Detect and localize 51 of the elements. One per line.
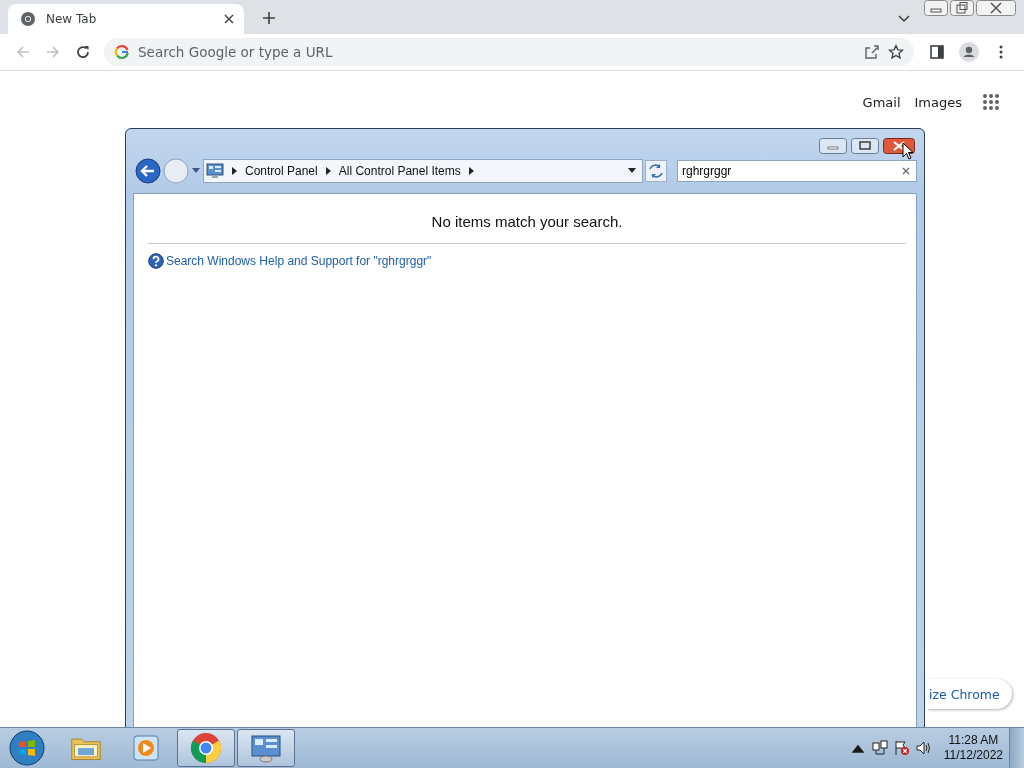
google-g-icon [114,44,130,60]
control-panel-icon [250,732,282,764]
minimize-icon[interactable] [924,0,948,16]
breadcrumb-arrow-icon[interactable] [325,167,331,175]
clock-date: 11/12/2022 [943,748,1003,763]
start-button[interactable] [9,730,45,766]
star-icon[interactable] [888,44,904,60]
taskbar-button[interactable] [237,729,295,767]
header-link[interactable]: Images [914,94,962,110]
close-icon[interactable] [976,0,1016,16]
media-player-icon [130,732,162,764]
apps-grid-icon[interactable] [982,93,1000,111]
new-tab-icon[interactable] [262,11,276,25]
browser-tab[interactable]: New Tab [8,4,244,34]
volume-icon[interactable] [915,740,932,756]
control-panel-icon [206,163,224,179]
header-link[interactable]: Gmail [862,94,901,110]
breadcrumb-arrow-icon[interactable] [232,167,237,175]
maximize-icon[interactable] [851,138,879,154]
address-input[interactable]: Search Google or type a URL [138,44,856,60]
taskbar-button[interactable] [177,729,235,767]
side-panel-icon[interactable] [929,44,945,60]
chevron-down-icon[interactable] [898,15,910,23]
restore-icon[interactable] [950,0,974,16]
refresh-icon[interactable] [645,160,667,182]
clear-icon[interactable] [902,167,910,175]
reload-icon[interactable] [75,44,91,60]
breadcrumb-arrow-icon[interactable] [468,167,474,175]
customize-button[interactable]: ize Chrome [927,679,1012,709]
breadcrumb-item[interactable]: All Control Panel Items [338,164,461,178]
action-center-flag-icon[interactable] [893,740,910,756]
tab-title: New Tab [46,12,98,26]
help-icon [148,253,164,269]
profile-icon[interactable] [959,42,979,62]
close-icon[interactable] [224,14,234,24]
clock-time: 11:28 AM [948,733,999,748]
breadcrumb-item[interactable]: Control Panel [245,164,318,178]
address-field[interactable]: Control Panel All Control Panel Items [203,159,643,183]
chrome-logo-icon [20,11,36,27]
search-field[interactable]: rghrgrggr [677,160,917,182]
mouse-cursor-icon [902,142,914,160]
back-icon[interactable] [135,158,161,184]
no-results-message: No items match your search. [430,212,624,232]
network-icon[interactable] [871,740,888,756]
address-bar[interactable]: Search Google or type a URL [104,38,914,66]
chrome-logo-icon [190,732,222,764]
help-link[interactable]: Search Windows Help and Support for "rghrgrggr" [166,254,432,268]
share-icon[interactable] [864,44,880,60]
clock[interactable]: 11:28 AM 11/12/2022 [943,733,1003,763]
minimize-icon[interactable] [819,138,847,154]
dropdown-arrow-icon[interactable] [628,168,636,174]
